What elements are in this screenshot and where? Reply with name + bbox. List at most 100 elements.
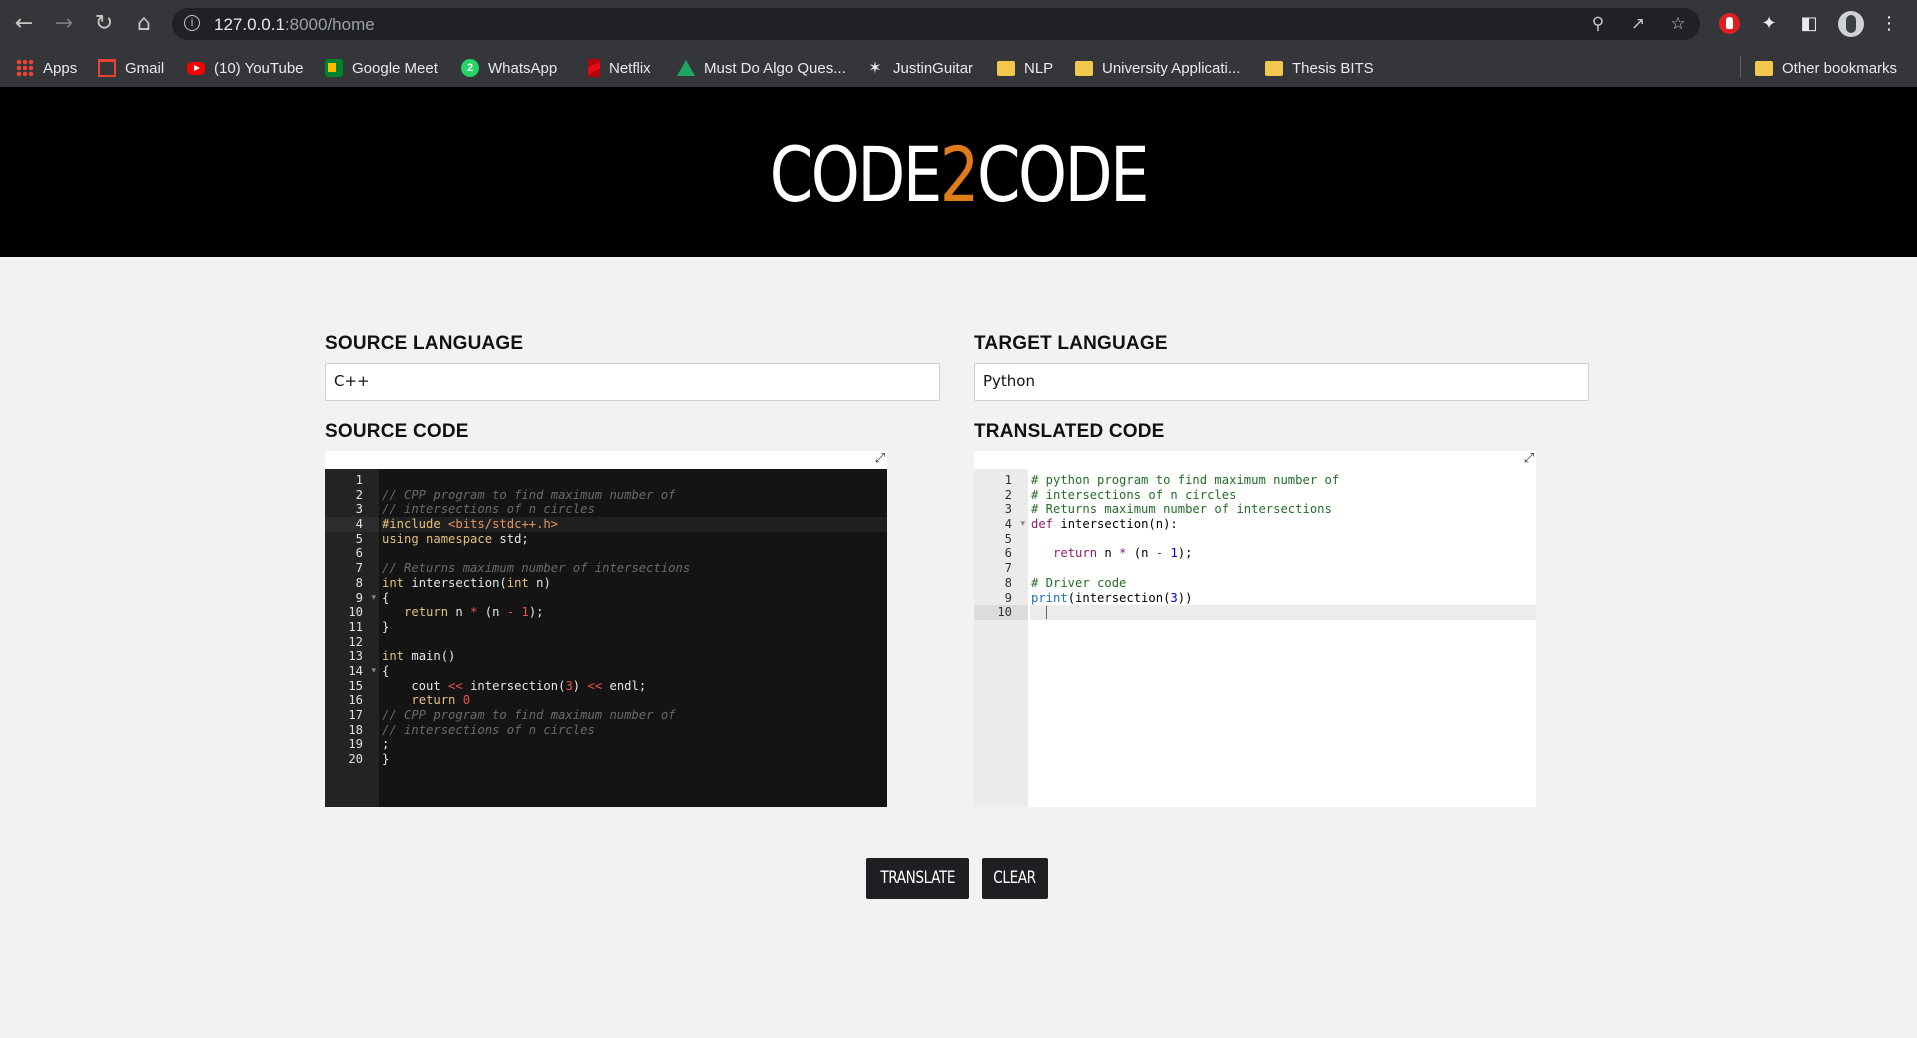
forward-arrow-icon[interactable]: → [50,10,78,38]
code-line[interactable]: { [381,591,887,606]
youtube-icon [187,61,205,75]
code-token: return [404,605,456,620]
bookmark-google-meet[interactable]: Google Meet [325,56,438,80]
code-token: int [506,575,537,590]
expand-icon[interactable]: ⤢ [873,452,887,466]
translated-code-lines[interactable]: # python program to find maximum number … [1030,469,1536,807]
url-host: 127.0.0.1 [214,15,285,34]
line-number: 5 [1004,531,1012,546]
code-token: return [411,693,463,708]
bookmark-justinguitar[interactable]: ✶ JustinGuitar [866,56,973,80]
app-logo: CODE2CODE [172,130,1744,219]
code-line[interactable]: // intersections of n circles [381,723,887,738]
site-info-icon[interactable]: i [184,15,200,31]
code-line[interactable]: cout << intersection(3) << endl; [381,679,887,694]
code-line[interactable] [1030,532,1536,547]
code-line[interactable]: ; [381,737,887,752]
translate-button[interactable]: TRANSLATE [866,858,969,899]
bookmark-whatsapp[interactable]: 2 WhatsApp [461,56,557,80]
bookmark-label: Apps [43,59,78,77]
bookmark-other[interactable]: Other bookmarks [1755,56,1897,80]
code-line[interactable]: } [381,752,887,767]
code-token: main() [411,649,456,664]
extensions-puzzle-icon[interactable]: ✦ [1757,12,1781,36]
bookmark-gmail[interactable]: Gmail [98,56,164,80]
bookmark-folder-thesis[interactable]: Thesis BITS [1265,56,1374,80]
back-arrow-icon[interactable]: ← [10,10,38,38]
code-line[interactable]: int main() [381,649,887,664]
code-line[interactable]: return n * (n - 1); [381,605,887,620]
code-line[interactable]: { [381,664,887,679]
google-drive-icon [677,60,695,76]
code-line[interactable]: return 0 [381,693,887,708]
header-banner: CODE2CODE [0,87,1917,257]
code-line[interactable] [381,635,887,650]
code-line[interactable]: return n * (n - 1); [1030,546,1536,561]
bookmark-netflix[interactable]: Netflix [588,56,651,80]
address-bar[interactable]: i 127.0.0.1:8000/home ⚲ ↗ ☆ [172,8,1700,40]
code-line[interactable] [1030,605,1536,620]
code-line[interactable]: def intersection(n): [1030,517,1536,532]
browser-chrome: ← → ↻ ⌂ i 127.0.0.1:8000/home ⚲ ↗ ☆ ✦ ◧ … [0,0,1917,87]
bookmark-star-icon[interactable]: ☆ [1667,13,1689,35]
code-line[interactable] [381,546,887,561]
expand-icon[interactable]: ⤢ [1522,452,1536,466]
code-token: { [382,663,390,678]
code-line[interactable]: using namespace std; [381,532,887,547]
code-token: * [1119,546,1134,561]
code-line[interactable]: # Driver code [1030,576,1536,591]
clear-button[interactable]: CLEAR [982,858,1048,899]
source-code-editor[interactable]: 1234567891011121314151617181920 // CPP p… [325,469,887,807]
line-number: 12 [348,634,363,649]
source-language-input[interactable]: C++ [325,363,940,401]
line-number: 19 [348,737,363,752]
bookmark-youtube[interactable]: (10) YouTube [187,56,304,80]
logo-text-left: CODE [769,130,943,219]
bookmark-apps[interactable]: Apps [16,56,77,80]
target-language-input[interactable]: Python [974,363,1589,401]
code-token: 1 [1170,546,1178,561]
code-line[interactable]: } [381,620,887,635]
code-line[interactable]: // CPP program to find maximum number of [381,488,887,503]
line-number: 6 [355,546,363,561]
code-token: 0 [462,693,471,708]
translated-line-gutter: 12345678910 [974,469,1028,807]
code-token: int [382,575,412,590]
side-panel-icon[interactable]: ◧ [1797,12,1821,36]
justinguitar-icon: ✶ [868,58,882,77]
extension-red-icon[interactable] [1719,13,1740,34]
code-line[interactable]: # python program to find maximum number … [1030,473,1536,488]
code-token: ) [572,678,588,693]
home-icon[interactable]: ⌂ [130,10,158,38]
bookmark-folder-nlp[interactable]: NLP [997,56,1053,80]
address-url[interactable]: 127.0.0.1:8000/home [214,15,375,35]
line-number-fold: 4 [974,517,1028,532]
reload-icon[interactable]: ↻ [90,10,118,38]
bookmark-algo-questions[interactable]: Must Do Algo Ques... [677,56,846,80]
code-line[interactable]: # Returns maximum number of intersection… [1030,502,1536,517]
code-line[interactable]: // Returns maximum number of intersectio… [381,561,887,576]
code-line[interactable]: #include <bits/stdc++.h> [381,517,887,532]
line-number-fold: 14 [325,664,379,679]
code-token: <bits/stdc++.h> [448,517,559,532]
code-line[interactable]: // CPP program to find maximum number of [381,708,887,723]
code-line[interactable]: print(intersection(3)) [1030,591,1536,606]
translated-code-label: TRANSLATED CODE [974,421,1165,442]
code-line[interactable]: // intersections of n circles [381,502,887,517]
menu-kebab-icon[interactable]: ⋮ [1877,12,1901,36]
whatsapp-icon: 2 [461,59,479,77]
code-token: 3 [565,678,573,693]
translated-code-editor[interactable]: 12345678910 # python program to find max… [974,469,1536,807]
code-line[interactable] [1030,561,1536,576]
zoom-icon[interactable]: ⚲ [1587,13,1609,35]
code-line[interactable]: int intersection(int n) [381,576,887,591]
folder-icon [997,60,1015,76]
bookmark-label: Gmail [125,59,165,77]
share-icon[interactable]: ↗ [1627,13,1649,35]
source-code-lines[interactable]: // CPP program to find maximum number of… [381,469,887,807]
profile-avatar[interactable] [1838,11,1864,37]
line-number: 6 [1004,546,1012,561]
code-line[interactable]: # intersections of n circles [1030,488,1536,503]
code-line[interactable] [381,473,887,488]
bookmark-folder-university[interactable]: University Applicati... [1075,56,1240,80]
